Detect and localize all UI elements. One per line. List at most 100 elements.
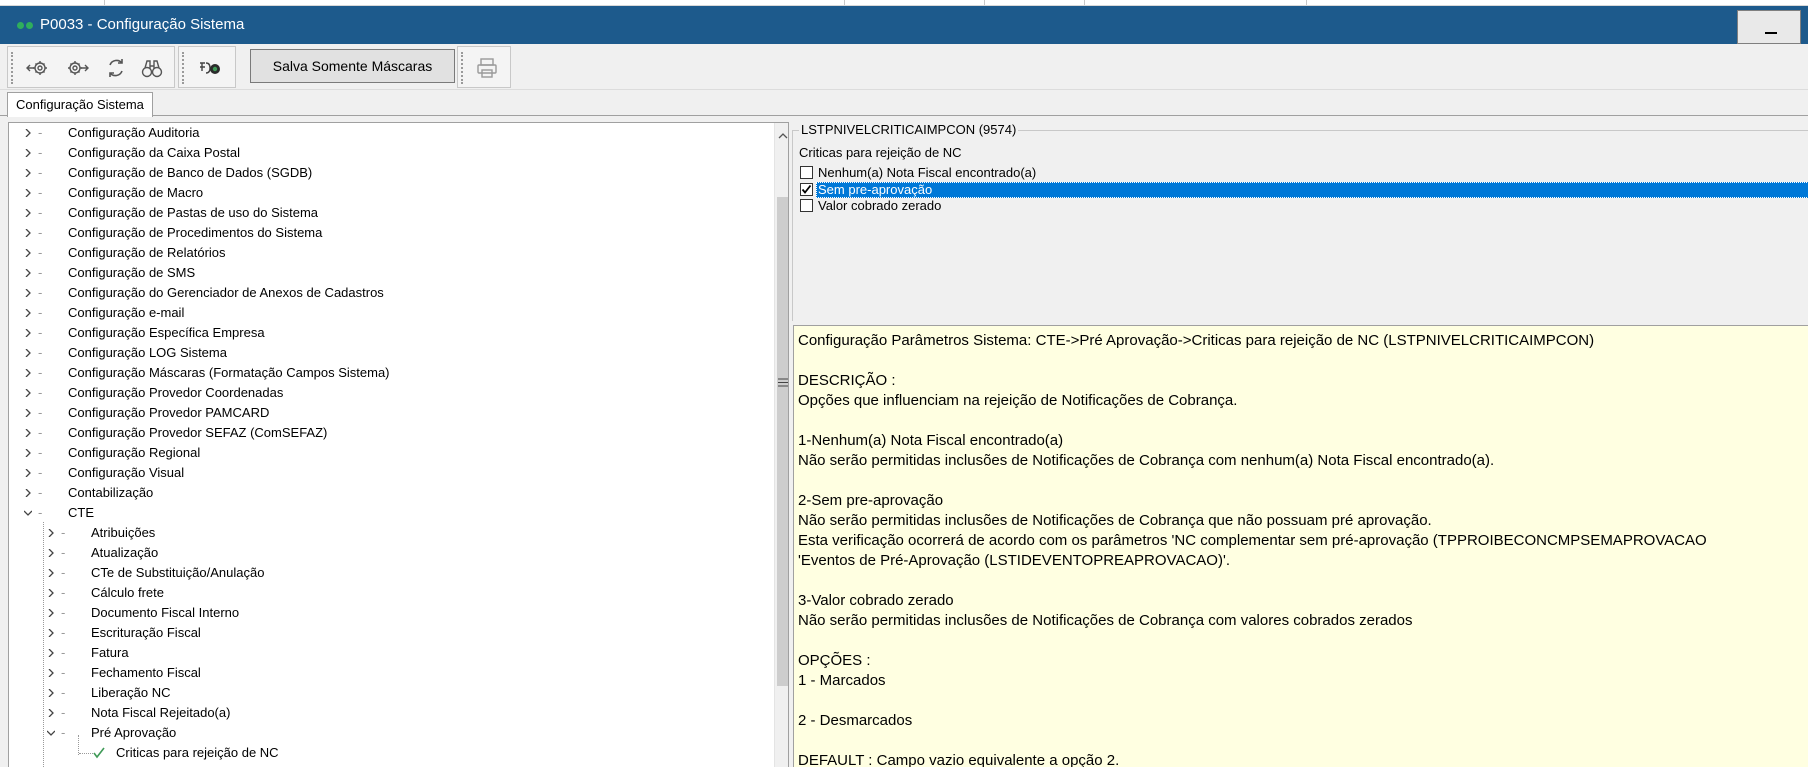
tree-item[interactable]: - Configuração da Caixa Postal [9,143,769,163]
chevron-right-icon[interactable] [24,169,32,177]
chevron-right-icon[interactable] [47,569,55,577]
tree-item-label: Configuração de Procedimentos do Sistema [68,225,323,240]
minimize-button[interactable] [1737,10,1801,44]
tree-item[interactable]: - Cálculo frete [9,583,769,603]
binoculars-icon[interactable] [139,55,165,81]
tree-item[interactable]: - Configuração Provedor Coordenadas [9,383,769,403]
chevron-right-icon[interactable] [47,589,55,597]
chevron-right-icon[interactable] [24,429,32,437]
tree-item-label: Configuração de Relatórios [68,245,226,260]
tree-item-label: CTe de Substituição/Anulação [91,565,265,580]
description-line [798,471,1808,491]
description-line: 'Eventos de Pré-Aprovação (LSTIDEVENTOPR… [798,552,1230,569]
chevron-right-icon[interactable] [47,529,55,537]
scrollbar-thumb[interactable] [777,197,788,686]
chevron-right-icon[interactable] [24,289,32,297]
tree-item-label: Configuração da Caixa Postal [68,145,240,160]
tree-item-label: Configuração do Gerenciador de Anexos de… [68,285,384,300]
option-checkbox[interactable] [800,182,813,196]
chevron-right-icon[interactable] [24,469,32,477]
tree-item[interactable]: - Configuração LOG Sistema [9,343,769,363]
chevron-right-icon[interactable] [47,549,55,557]
tab-configuracao-sistema[interactable]: Configuração Sistema [7,92,153,117]
tree-item[interactable]: - Fechamento Fiscal [9,663,769,683]
toolbar-grip[interactable] [11,52,13,84]
chevron-right-icon[interactable] [24,489,32,497]
checkmark-icon [801,184,812,194]
chevron-down-icon[interactable] [47,729,55,737]
tree-item[interactable]: - Atribuições [9,523,769,543]
tree-item[interactable]: - Configuração do Gerenciador de Anexos d… [9,283,769,303]
chevron-down-icon[interactable] [24,509,32,517]
chevron-right-icon[interactable] [24,149,32,157]
chevron-right-icon[interactable] [47,689,55,697]
option-checkbox[interactable] [800,199,813,212]
chevron-right-icon[interactable] [24,189,32,197]
chevron-right-icon[interactable] [47,609,55,617]
option-item[interactable]: Sem pre-aprovação [798,181,1808,198]
tree-item[interactable]: - CTE [9,503,769,523]
tree-item[interactable]: - Configuração Visual [9,463,769,483]
tree-item[interactable]: - Documento Fiscal Interno [9,603,769,623]
chevron-right-icon[interactable] [24,129,32,137]
save-masks-only-button[interactable]: Salva Somente Máscaras [250,49,455,83]
tree-item[interactable]: - Configuração Auditoria [9,123,769,143]
tree-item-label: CTE [68,505,94,520]
chevron-right-icon[interactable] [24,349,32,357]
chevron-right-icon[interactable] [24,269,32,277]
chevron-right-icon[interactable] [24,409,32,417]
chevron-right-icon[interactable] [24,249,32,257]
chevron-right-icon[interactable] [24,209,32,217]
tree-item[interactable]: - Nota Fiscal Rejeitado(a) [9,703,769,723]
tree-item[interactable]: - Configuração Máscaras (Formatação Campo… [9,363,769,383]
tree-item[interactable]: - Contabilização [9,483,769,503]
tree-item[interactable]: - Liberação NC [9,683,769,703]
tree-item[interactable]: - Configuração e-mail [9,303,769,323]
printer-icon[interactable] [474,55,500,81]
description-line: 2-Sem pre-aprovação [798,492,944,509]
option-item[interactable]: Nenhum(a) Nota Fiscal encontrado(a) [798,165,1808,181]
chevron-right-icon[interactable] [47,669,55,677]
chevron-right-icon[interactable] [24,229,32,237]
tree-connector: - [38,385,43,400]
tree-item[interactable]: - Configuração de Procedimentos do Sistem… [9,223,769,243]
gear-arrow-right-icon[interactable] [64,55,90,81]
scroll-up-icon[interactable] [778,129,788,139]
description-line: DEFAULT : Campo vazio equivalente a opçã… [798,752,1120,767]
chevron-right-icon[interactable] [24,389,32,397]
tree-item[interactable]: - Configuração de SMS [9,263,769,283]
tree-item[interactable]: - Configuração Provedor PAMCARD [9,403,769,423]
chevron-right-icon[interactable] [24,449,32,457]
chevron-right-icon[interactable] [24,369,32,377]
tree-scrollbar[interactable] [774,123,788,767]
description-line: 1-Nenhum(a) Nota Fiscal encontrado(a) [798,432,1064,449]
tree-item[interactable]: - Escrituração Fiscal [9,623,769,643]
tree-item[interactable]: - Configuração Específica Empresa [9,323,769,343]
tree-item[interactable]: - Configuração de Relatórios [9,243,769,263]
toolbar-grip[interactable] [461,52,463,84]
tree-item-label: Configuração de Macro [68,185,204,200]
chevron-right-icon[interactable] [24,309,32,317]
tree-item[interactable]: Criticas para rejeição de NC [9,743,769,763]
gear-arrow-left-icon[interactable] [25,55,51,81]
chevron-right-icon[interactable] [47,649,55,657]
refresh-icon[interactable] [103,55,129,81]
tree-item[interactable]: - Configuração Regional [9,443,769,463]
option-checkbox[interactable] [800,166,813,179]
tree-connector: - [61,565,66,580]
tree-item[interactable]: - Pré Aprovação [9,723,769,743]
tree-item[interactable]: - Configuração Provedor SEFAZ (ComSEFAZ) [9,423,769,443]
tree-item[interactable]: - Fatura [9,643,769,663]
chevron-right-icon[interactable] [47,629,55,637]
tree-item[interactable]: - Configuração de Banco de Dados (SGDB) [9,163,769,183]
tree-item[interactable]: - CTe de Substituição/Anulação [9,563,769,583]
toolbar-grip[interactable] [182,52,184,84]
chevron-right-icon[interactable] [24,329,32,337]
tree-item[interactable]: - Configuração de Pastas de uso do Sistem… [9,203,769,223]
chevron-right-icon[interactable] [47,709,55,717]
tree-item[interactable]: - Configuração de Macro [9,183,769,203]
option-item[interactable]: Valor cobrado zerado [798,198,1808,214]
tree-connector: - [61,645,66,660]
tree-item[interactable]: - Atualização [9,543,769,563]
key-search-icon[interactable] [197,55,223,81]
